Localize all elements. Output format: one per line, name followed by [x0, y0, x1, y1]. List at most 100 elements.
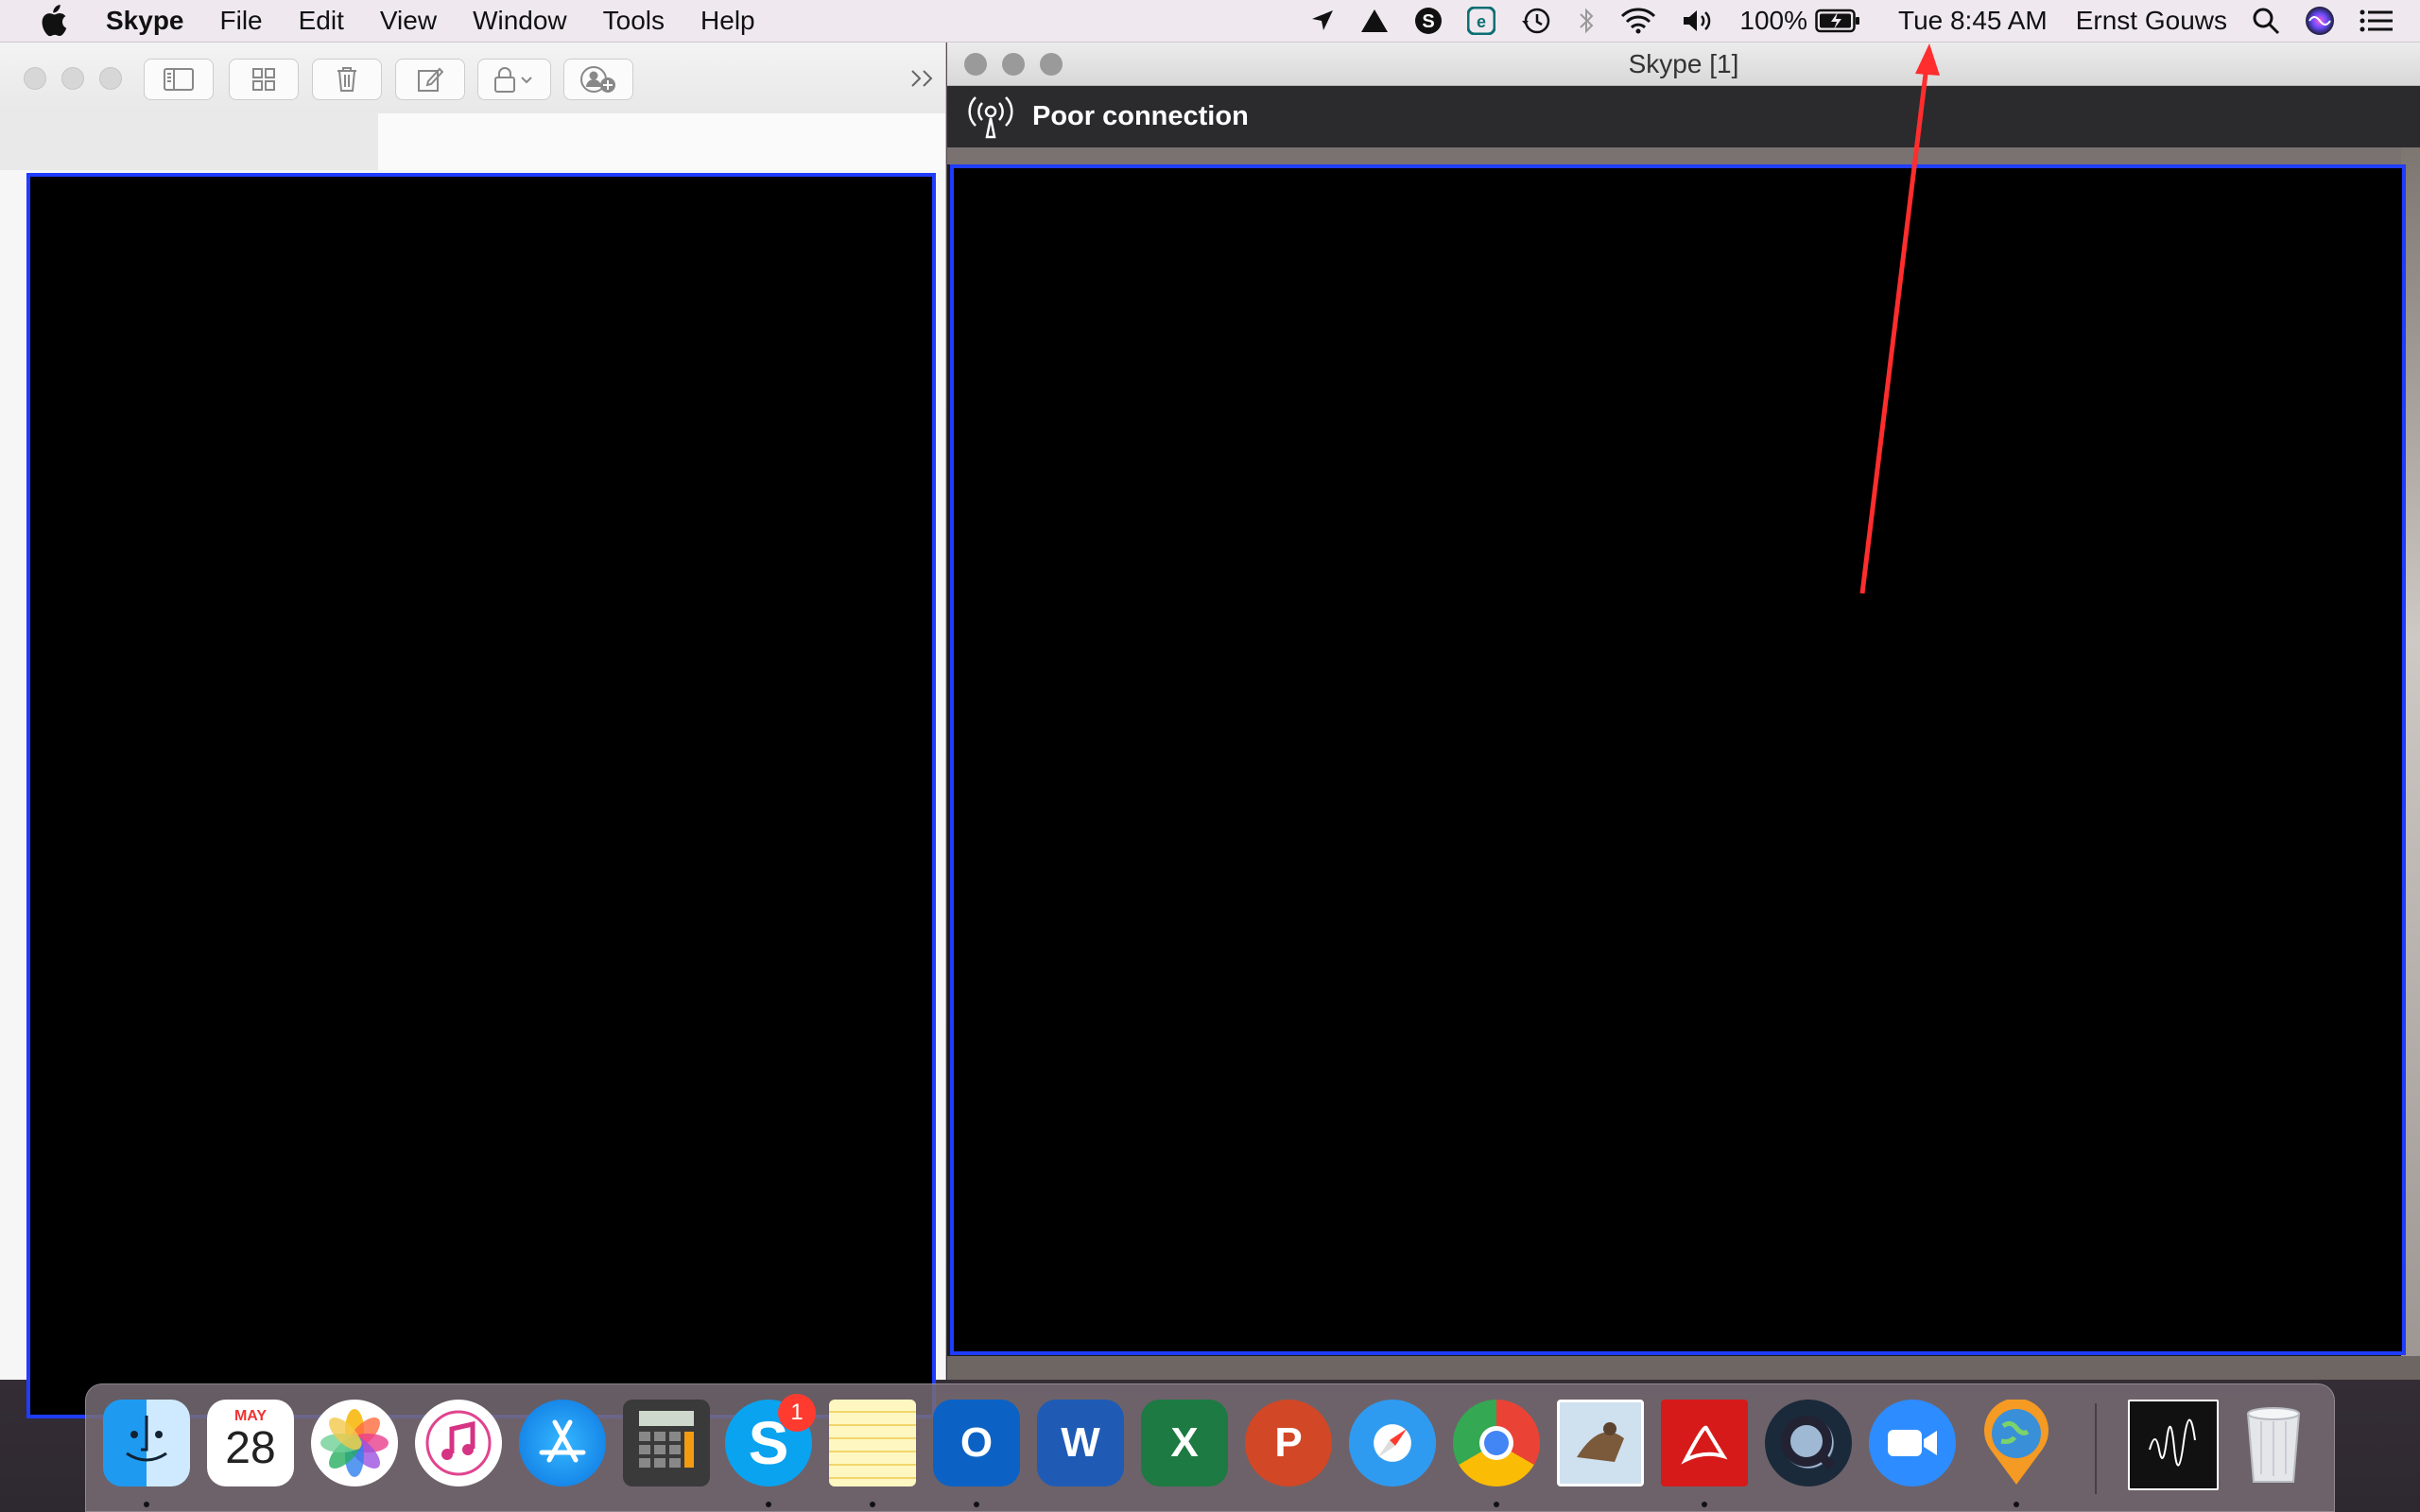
- left-window-list-header: [0, 113, 378, 170]
- menu-window[interactable]: Window: [473, 6, 567, 36]
- sidebar-toggle-button[interactable]: [144, 59, 214, 100]
- battery-percent: 100%: [1739, 6, 1807, 35]
- dock-quicktime[interactable]: [1765, 1400, 1852, 1486]
- dock-calendar[interactable]: MAY 28: [207, 1400, 294, 1486]
- skype-icon[interactable]: S: [1414, 7, 1443, 35]
- redacted-content-box: [26, 173, 936, 1418]
- add-person-button[interactable]: [563, 59, 633, 100]
- dock-trash[interactable]: [2230, 1400, 2317, 1486]
- zoom-button[interactable]: [99, 67, 122, 90]
- siri-icon[interactable]: [2305, 6, 2335, 36]
- compose-icon: [418, 67, 443, 92]
- delete-button[interactable]: [312, 59, 382, 100]
- close-button[interactable]: [964, 53, 987, 76]
- wifi-icon[interactable]: [1620, 8, 1656, 34]
- dock-preview[interactable]: [1557, 1400, 1644, 1486]
- dock-safari[interactable]: [1349, 1400, 1436, 1486]
- dock-powerpoint[interactable]: P: [1245, 1400, 1332, 1486]
- running-indicator: [766, 1502, 771, 1507]
- connection-status-bar: Poor connection: [947, 86, 2420, 147]
- notification-center-icon[interactable]: [2360, 9, 2394, 33]
- menu-edit[interactable]: Edit: [299, 6, 344, 36]
- lock-button[interactable]: [477, 59, 551, 100]
- acrobat-icon: [1681, 1425, 1728, 1465]
- powerpoint-icon: P: [1274, 1419, 1303, 1466]
- trash-can-icon: [2246, 1407, 2301, 1483]
- outlook-icon: O: [959, 1419, 994, 1466]
- dock-globe-app[interactable]: [1973, 1400, 2060, 1486]
- poor-connection-icon: [968, 95, 1013, 138]
- word-icon: W: [1061, 1419, 1100, 1466]
- compose-button[interactable]: [395, 59, 465, 100]
- dock-app-store[interactable]: [519, 1400, 606, 1486]
- redacted-video-box: [950, 164, 2406, 1355]
- globe-pin-icon: [1984, 1400, 2048, 1485]
- dock-calculator[interactable]: [623, 1400, 710, 1486]
- spotlight-search-icon[interactable]: [2252, 7, 2280, 35]
- menu-app-name[interactable]: Skype: [106, 6, 184, 36]
- app-store-icon: [539, 1419, 586, 1463]
- trash-icon: [337, 67, 356, 92]
- running-indicator: [2014, 1502, 2019, 1507]
- clock[interactable]: Tue 8:45 AM: [1898, 6, 2048, 36]
- close-button[interactable]: [24, 67, 46, 90]
- dock-photos[interactable]: [311, 1400, 398, 1486]
- dock-notes[interactable]: [829, 1400, 916, 1486]
- menu-help[interactable]: Help: [700, 6, 755, 36]
- finder-icon: [126, 1416, 167, 1462]
- dock-signature-file[interactable]: [2128, 1400, 2219, 1490]
- dock-word[interactable]: W: [1037, 1400, 1124, 1486]
- left-window-content-header: [378, 113, 945, 170]
- volume-icon[interactable]: [1681, 8, 1715, 34]
- video-background-top: [947, 147, 2420, 164]
- connection-status-label: Poor connection: [1032, 101, 1249, 131]
- bluetooth-icon[interactable]: [1577, 7, 1596, 35]
- calculator-icon: [639, 1411, 694, 1468]
- menu-view[interactable]: View: [380, 6, 437, 36]
- running-indicator: [974, 1502, 979, 1507]
- apple-menu-icon[interactable]: [38, 5, 68, 37]
- lock-icon: [494, 67, 532, 93]
- left-window-toolbar: [0, 43, 945, 114]
- location-icon[interactable]: [1310, 9, 1335, 33]
- time-machine-icon[interactable]: [1520, 7, 1552, 35]
- dock-zoom[interactable]: [1869, 1400, 1956, 1486]
- status-area: S e 100% Tue 8:45 AM Ernst Gouws: [1310, 0, 2420, 42]
- dock-excel[interactable]: X: [1141, 1400, 1228, 1486]
- evernote-icon[interactable]: e: [1467, 7, 1496, 35]
- menu-tools[interactable]: Tools: [603, 6, 665, 36]
- battery-icon[interactable]: [1815, 9, 1860, 33]
- dock-itunes[interactable]: [415, 1400, 502, 1486]
- running-indicator: [870, 1502, 875, 1507]
- dock-chrome[interactable]: [1453, 1400, 1540, 1486]
- call-window-title: Skype [1]: [1628, 49, 1739, 78]
- dock-skype[interactable]: S 1: [725, 1394, 816, 1486]
- chrome-icon: [1479, 1426, 1513, 1460]
- photos-icon: [320, 1409, 389, 1477]
- music-note-icon: [425, 1410, 492, 1476]
- video-background-bottom: [947, 1356, 2420, 1380]
- notification-badge: 1: [778, 1394, 816, 1432]
- user-name[interactable]: Ernst Gouws: [2076, 6, 2227, 36]
- dock-separator: [2095, 1403, 2097, 1494]
- dock-outlook[interactable]: O: [933, 1400, 1020, 1486]
- running-indicator: [1702, 1502, 1707, 1507]
- dock-acrobat[interactable]: [1661, 1400, 1748, 1486]
- excel-icon: X: [1170, 1419, 1199, 1466]
- grid-view-button[interactable]: [229, 59, 299, 100]
- dock-finder[interactable]: [103, 1400, 190, 1486]
- call-window-titlebar: Skype [1]: [947, 43, 2420, 86]
- svg-text:S: S: [1423, 11, 1435, 32]
- video-camera-icon: [1888, 1430, 1937, 1456]
- call-window: Skype [1] Poor connection: [947, 43, 2420, 1380]
- running-indicator: [1494, 1502, 1499, 1507]
- drive-icon[interactable]: [1359, 8, 1390, 34]
- minimize-button[interactable]: [1002, 53, 1025, 76]
- sidebar-toggle-icon: [164, 68, 194, 91]
- overflow-chevron-icon[interactable]: [909, 68, 936, 89]
- menu-bar: Skype File Edit View Window Tools Help S…: [0, 0, 2420, 43]
- running-indicator: [144, 1502, 149, 1507]
- zoom-button[interactable]: [1040, 53, 1063, 76]
- minimize-button[interactable]: [61, 67, 84, 90]
- menu-file[interactable]: File: [220, 6, 263, 36]
